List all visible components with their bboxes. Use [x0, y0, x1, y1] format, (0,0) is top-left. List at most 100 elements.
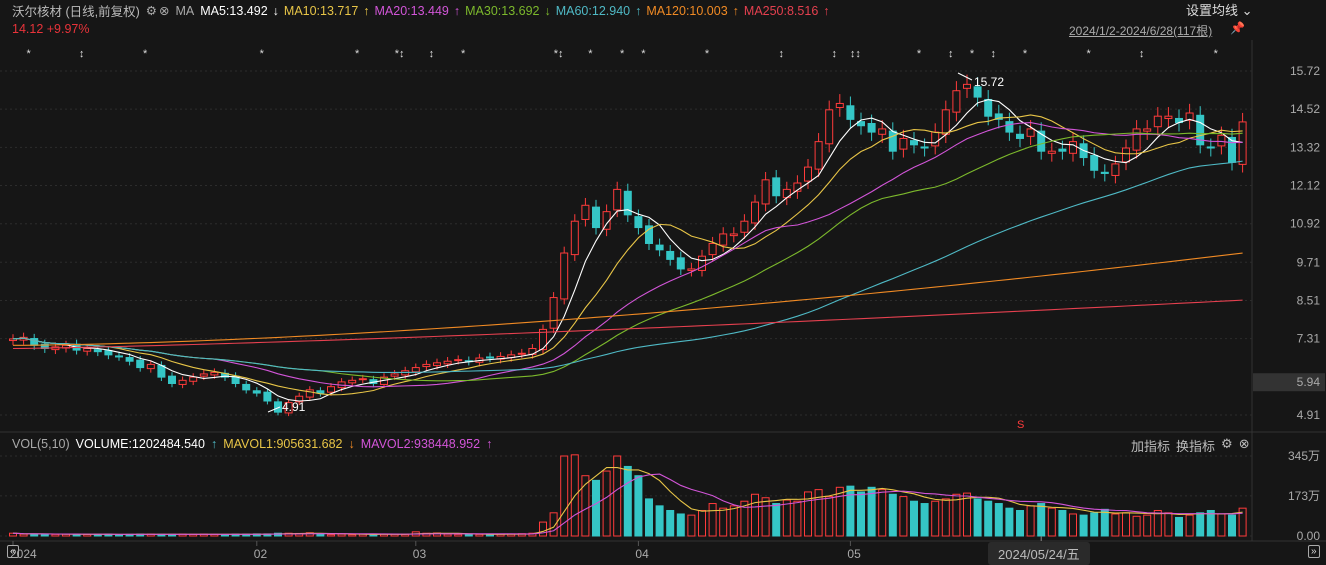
volume-bar	[454, 533, 463, 537]
gear-icon[interactable]: ⚙	[146, 3, 157, 18]
scroll-right-button[interactable]: »	[1308, 545, 1320, 558]
candle-down	[655, 244, 664, 251]
event-marker: ↕↕	[850, 48, 861, 60]
event-marker: *	[1023, 48, 1028, 60]
ma-value: MA120:10.003	[646, 3, 728, 18]
volume-bar	[592, 479, 600, 537]
event-marker: *↕	[395, 48, 405, 60]
volume-bar	[327, 534, 335, 537]
ma-trend-arrow: ↑	[453, 3, 461, 18]
candle-up	[517, 352, 526, 355]
event-marker: *	[355, 48, 360, 60]
ma-value: MA30:13.692	[465, 3, 540, 18]
volume-bar	[1153, 509, 1162, 537]
candle-up	[814, 141, 823, 170]
candle-up	[1026, 128, 1035, 137]
date-range-link[interactable]: 2024/1/2-2024/6/28(117根)	[1069, 22, 1212, 39]
close-icon[interactable]: ⊗	[159, 3, 169, 18]
ma-value: MA20:13.449	[374, 3, 449, 18]
volume-bar	[1026, 505, 1035, 537]
volume-bar	[676, 513, 685, 537]
crosshair-date-tag: 2024/05/24/五	[988, 542, 1090, 565]
ma-value: MA60:12.940	[555, 3, 631, 18]
high-price-annotation: 15.72	[974, 75, 1004, 89]
volume-bar	[1058, 509, 1067, 537]
set-ma-button[interactable]: 设置均线 ⌄	[1186, 0, 1253, 19]
ma120-line	[12, 252, 1243, 346]
gear-icon[interactable]: ⚙	[1221, 436, 1233, 455]
volume-bar	[910, 500, 918, 537]
candle-up	[549, 297, 558, 329]
volume-bar	[1090, 512, 1099, 537]
pin-icon[interactable]: 📌	[1230, 21, 1245, 35]
candle-up	[761, 179, 770, 205]
volume-bar	[1005, 507, 1014, 537]
volume-tick-label: 173万	[1288, 489, 1320, 503]
volume-bar	[973, 498, 982, 537]
vol-arrow: ↑	[210, 437, 218, 451]
candle-up	[1132, 128, 1141, 151]
scroll-left-button[interactable]: «	[7, 545, 19, 558]
volume-bar	[793, 500, 802, 537]
candle-up	[952, 90, 961, 113]
candle-up	[899, 137, 908, 150]
volume-bar	[729, 505, 738, 537]
candle-up	[835, 102, 844, 109]
candle-down	[592, 206, 600, 229]
candle-up	[719, 233, 728, 246]
event-marker: *	[705, 48, 710, 60]
volume-bar	[443, 533, 452, 537]
kline-chart[interactable]: 15.72 14.52 13.32 12.12 10.92 9.71 8.51 7.31 5.9…	[0, 0, 1326, 563]
price-tick-label: 7.31	[1297, 332, 1321, 346]
add-indicator-button[interactable]: 加指标	[1131, 436, 1170, 455]
candle-down	[676, 257, 685, 270]
candle-down	[1005, 121, 1014, 133]
candle-up	[178, 379, 187, 385]
switch-indicator-button[interactable]: 换指标	[1176, 436, 1215, 455]
candle-up	[146, 363, 155, 370]
volume-bar	[1111, 513, 1120, 537]
candle-down	[984, 98, 993, 117]
volume-bar	[782, 499, 791, 537]
volume-bar	[666, 509, 675, 537]
candle-up	[1164, 115, 1173, 119]
candle-up	[570, 220, 579, 256]
volume-bar	[1175, 516, 1183, 537]
volume-bar	[1185, 514, 1194, 537]
candle-up	[390, 373, 399, 377]
volume-bar	[1069, 513, 1077, 537]
event-marker: ↕	[429, 48, 435, 60]
volume-bar	[994, 503, 1003, 537]
event-marker: *	[26, 48, 31, 60]
volume-bar	[963, 492, 971, 537]
candle-up	[1069, 141, 1077, 154]
candle-down	[920, 146, 929, 149]
event-marker: *	[588, 48, 593, 60]
volume-bar	[634, 475, 643, 537]
event-marker: ↕	[1139, 48, 1145, 60]
volume-bar	[952, 493, 961, 537]
date-label: 04	[635, 547, 649, 561]
close-icon[interactable]: ⊗	[1239, 436, 1250, 455]
candle-down	[1016, 133, 1024, 139]
price-tick-label: 8.51	[1297, 293, 1321, 307]
event-marker: *	[620, 48, 625, 60]
price-tick-label: 5.94	[1297, 375, 1321, 389]
ma-trend-arrow: ↑	[732, 3, 739, 18]
event-marker: *	[1086, 48, 1091, 60]
candle-down	[1090, 154, 1099, 171]
volume-bar	[475, 533, 484, 537]
ma-trend-arrow: ↑	[823, 3, 830, 18]
volume-bar	[602, 470, 611, 537]
candle-down	[1058, 148, 1067, 152]
candle-up	[1111, 163, 1120, 176]
candle-up	[825, 109, 834, 145]
candle-up	[931, 131, 940, 147]
candle-down	[867, 123, 876, 133]
mavol1-arrow: ↓	[348, 437, 355, 451]
ma30-line	[12, 132, 1243, 382]
volume-bar	[560, 455, 569, 537]
date-label: 05	[847, 547, 861, 561]
event-marker: *↕	[554, 48, 564, 60]
volume-bar	[1228, 514, 1236, 537]
